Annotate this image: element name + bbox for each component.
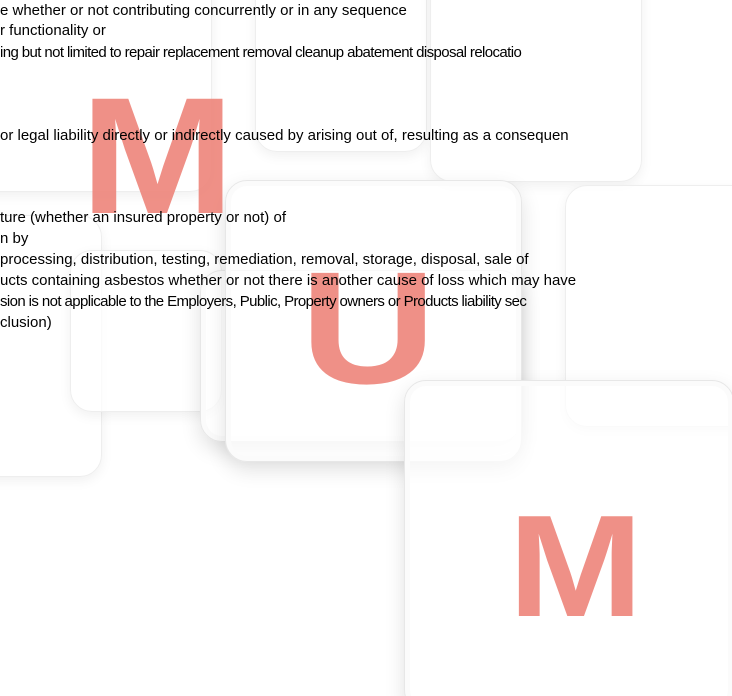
watermark-tile-top-right <box>430 0 642 182</box>
watermark-tile-top-left <box>0 0 212 192</box>
document-page: M U M e whether or not contributing conc… <box>0 0 732 696</box>
watermark-tile-top-center <box>255 0 427 152</box>
watermark-tile-bottom-right <box>404 380 732 696</box>
